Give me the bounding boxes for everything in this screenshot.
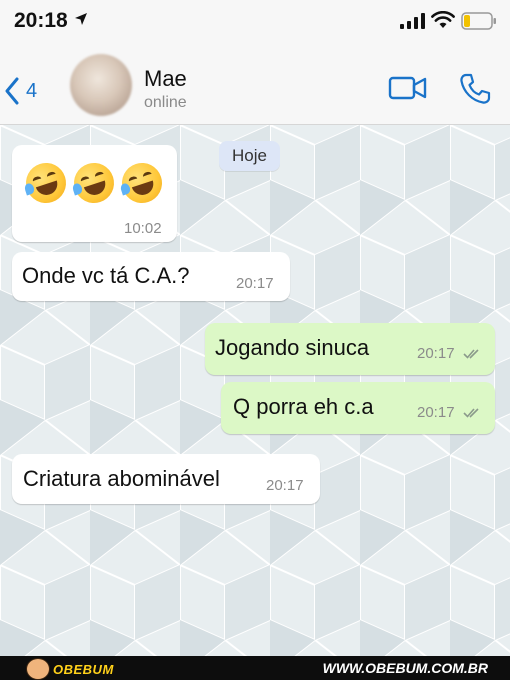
message-bubble-outgoing[interactable]: Jogando sinuca 20:17 bbox=[205, 323, 495, 375]
unread-count: 4 bbox=[26, 79, 38, 102]
watermark-bar: OBEBUM WWW.OBEBUM.COM.BR bbox=[0, 656, 510, 680]
status-time: 20:18 bbox=[14, 9, 68, 32]
rolling-laughing-emoji-icon bbox=[116, 157, 168, 209]
site-url: WWW.OBEBUM.COM.BR bbox=[322, 660, 488, 676]
phone-icon[interactable] bbox=[458, 72, 492, 106]
chevron-left-icon bbox=[5, 77, 19, 105]
signal-icon bbox=[400, 13, 425, 29]
message-text: Criatura abominável bbox=[23, 466, 220, 491]
status-bar: 20:18 bbox=[0, 0, 510, 44]
message-bubble-incoming[interactable]: Criatura abominável 20:17 bbox=[12, 454, 320, 504]
wifi-icon bbox=[431, 11, 455, 28]
contact-status: online bbox=[144, 94, 187, 111]
location-arrow-icon bbox=[75, 13, 87, 25]
contact-name[interactable]: Mae bbox=[144, 66, 187, 92]
message-time: 20:17 bbox=[266, 477, 304, 494]
back-button[interactable]: 4 bbox=[0, 74, 46, 108]
emoji-message bbox=[20, 157, 168, 209]
brand-logo: OBEBUM bbox=[26, 658, 114, 680]
date-separator: Hoje bbox=[219, 141, 280, 171]
message-time: 10:02 bbox=[124, 220, 162, 237]
message-bubble-incoming[interactable]: 10:02 bbox=[12, 145, 177, 242]
message-text: Jogando sinuca bbox=[215, 335, 370, 360]
mascot-icon bbox=[26, 658, 50, 680]
date-separator-label: Hoje bbox=[232, 146, 267, 165]
double-check-icon bbox=[463, 349, 479, 359]
avatar[interactable] bbox=[70, 54, 132, 116]
video-call-icon[interactable] bbox=[388, 74, 428, 102]
brand-name: OBEBUM bbox=[53, 661, 114, 677]
message-time: 20:17 bbox=[417, 404, 455, 421]
message-time: 20:17 bbox=[236, 275, 274, 292]
double-check-icon bbox=[463, 408, 479, 418]
message-text: Onde vc tá C.A.? bbox=[22, 263, 190, 288]
battery-icon bbox=[461, 12, 496, 30]
rolling-laughing-emoji-icon bbox=[20, 157, 72, 209]
message-text: Q porra eh c.a bbox=[233, 394, 374, 419]
message-bubble-outgoing[interactable]: Q porra eh c.a 20:17 bbox=[221, 382, 495, 434]
message-bubble-incoming[interactable]: Onde vc tá C.A.? 20:17 bbox=[12, 252, 290, 301]
message-time: 20:17 bbox=[417, 345, 455, 362]
chat-header: 4 Mae online bbox=[0, 44, 510, 125]
rolling-laughing-emoji-icon bbox=[68, 157, 120, 209]
chat-area[interactable]: Hoje 10:02 Onde vc tá C.A.? 20:17 Jogand… bbox=[0, 125, 510, 656]
